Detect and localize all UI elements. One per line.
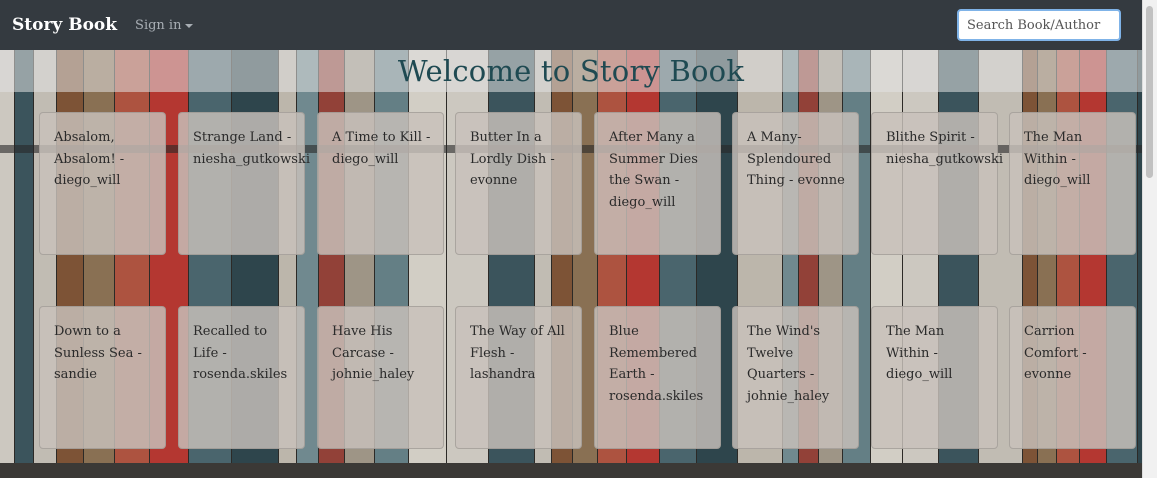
book-card[interactable]: The Man Within - diego_will — [871, 306, 998, 449]
page: Welcome to Story Book Story Book Sign in… — [0, 0, 1157, 478]
book-card[interactable]: Have His Carcase - johnie_haley — [317, 306, 444, 449]
book-card[interactable]: A Many-Splendoured Thing - evonne — [732, 112, 859, 255]
scrollbar-thumb[interactable] — [1146, 6, 1153, 178]
page-title: Welcome to Story Book — [397, 54, 745, 88]
book-card[interactable]: Strange Land - niesha_gutkowski — [178, 112, 310, 255]
book-card[interactable]: The Man Within - diego_will — [1009, 112, 1136, 255]
title-band: Welcome to Story Book — [0, 50, 1142, 92]
book-card[interactable]: After Many a Summer Dies the Swan - dieg… — [594, 112, 721, 255]
book-card[interactable]: Blithe Spirit - niesha_gutkowski — [871, 112, 1003, 255]
navbar: Story Book Sign in — [0, 0, 1142, 50]
book-spine — [0, 50, 14, 470]
scrollbar[interactable] — [1142, 0, 1157, 478]
book-card[interactable]: Absalom, Absalom! - diego_will — [39, 112, 166, 255]
search-input[interactable] — [957, 9, 1121, 41]
book-spine — [15, 50, 33, 470]
signin-label: Sign in — [135, 17, 182, 33]
brand-link[interactable]: Story Book — [12, 15, 117, 35]
book-card[interactable]: Down to a Sunless Sea - sandie — [39, 306, 166, 449]
book-card[interactable]: A Time to Kill - diego_will — [317, 112, 444, 255]
caret-down-icon — [185, 24, 194, 28]
book-card[interactable]: Recalled to Life - rosenda.skiles — [178, 306, 305, 449]
book-card[interactable]: Carrion Comfort - evonne — [1009, 306, 1136, 449]
book-card[interactable]: The Way of All Flesh - lashandra — [455, 306, 582, 449]
signin-dropdown[interactable]: Sign in — [135, 17, 194, 33]
book-card[interactable]: Blue Remembered Earth - rosenda.skiles — [594, 306, 721, 449]
book-card[interactable]: Butter In a Lordly Dish - evonne — [455, 112, 582, 255]
book-card[interactable]: The Wind's Twelve Quarters - johnie_hale… — [732, 306, 859, 449]
shelf-bottom — [0, 463, 1142, 478]
